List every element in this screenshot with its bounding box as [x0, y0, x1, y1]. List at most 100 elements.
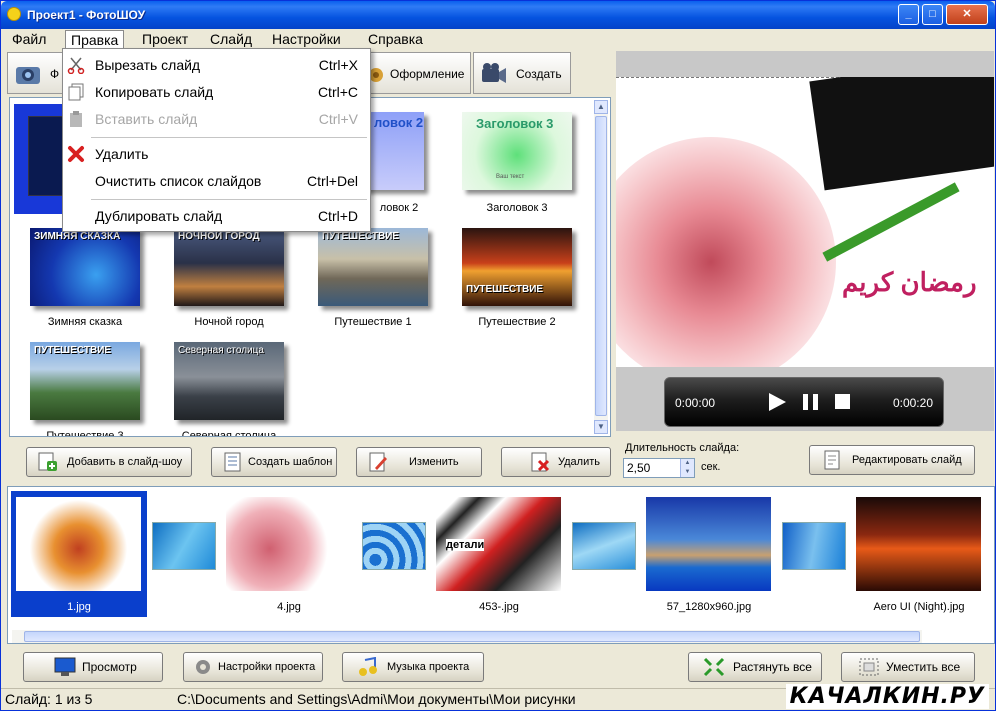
edit-pencil-icon — [369, 452, 387, 472]
tab-create[interactable]: Создать — [473, 52, 571, 94]
menu-file[interactable]: Файл — [7, 30, 51, 49]
edit-template-button[interactable]: Изменить — [356, 447, 482, 477]
menu-edit[interactable]: Правка — [65, 30, 125, 49]
menu-slide[interactable]: Слайд — [205, 30, 257, 49]
title-bar[interactable]: Проект1 - ФотоШОУ _ □ ✕ — [1, 1, 995, 29]
menu-item-shortcut: Ctrl+X — [318, 57, 358, 73]
spin-arrows-icon[interactable]: ▲ ▼ — [680, 459, 694, 477]
slide-4[interactable] — [646, 497, 771, 591]
preview-image: رمضان كريم — [616, 77, 994, 367]
menu-project[interactable]: Проект — [137, 30, 193, 49]
timeline-scroll-thumb[interactable] — [24, 631, 920, 642]
add-to-slideshow-button[interactable]: Добавить в слайд-шоу — [26, 447, 192, 477]
tab-design[interactable]: Оформление — [363, 52, 471, 94]
close-button[interactable]: ✕ — [946, 4, 988, 25]
menu-bar: Файл Правка Проект Слайд Настройки Справ… — [1, 29, 995, 49]
stretch-all-button[interactable]: Растянуть все — [688, 652, 822, 682]
create-template-button[interactable]: Создать шаблон — [211, 447, 337, 477]
template-caption: Путешествие 1 — [334, 316, 412, 328]
delete-template-button[interactable]: Удалить — [501, 447, 611, 477]
menu-item-delete[interactable]: Удалить — [63, 142, 370, 166]
transition-1[interactable] — [152, 522, 216, 570]
tab-photos-label: Ф — [50, 67, 60, 81]
window-title: Проект1 - ФотоШОУ — [27, 8, 146, 22]
music-note-icon — [359, 657, 377, 676]
template-travel-2[interactable]: ПУТЕШЕСТВИЕ — [462, 228, 572, 306]
gallery-scrollbar[interactable]: ▲ ▼ — [594, 100, 608, 434]
template-caption: Северная столица — [181, 430, 277, 436]
template-icon — [224, 452, 241, 472]
template-winter-tale[interactable]: ЗИМНЯЯ СКАЗКА — [30, 228, 140, 306]
player-time-end: 0:00:20 — [892, 396, 933, 410]
template-caption: Зимняя сказка — [47, 316, 123, 328]
menu-item-label: Копировать слайд — [95, 84, 214, 100]
menu-separator — [91, 199, 367, 200]
timeline-scrollbar[interactable] — [12, 630, 922, 643]
preview-button[interactable]: Просмотр — [23, 652, 163, 682]
slide-timeline: 1.jpg 4.jpg детали 453-.jpg 57_1280x960.… — [7, 486, 995, 644]
gear-icon — [196, 660, 210, 674]
slide-caption: 57_1280x960.jpg — [666, 601, 752, 613]
slide-3[interactable]: детали — [436, 497, 561, 591]
menu-item-shortcut: Ctrl+V — [318, 111, 358, 127]
maximize-button[interactable]: □ — [922, 4, 943, 25]
delete-icon — [531, 452, 550, 472]
template-title-3[interactable]: Заголовок 3 Ваш текст — [462, 112, 572, 190]
scroll-down-arrow-icon[interactable]: ▼ — [594, 420, 608, 434]
menu-item-shortcut: Ctrl+Del — [307, 173, 358, 189]
template-travel-1[interactable]: ПУТЕШЕСТВИЕ — [318, 228, 428, 306]
slide-caption: 453-.jpg — [479, 601, 519, 613]
menu-settings[interactable]: Настройки — [267, 30, 346, 49]
edit-slide-button[interactable]: Редактировать слайд — [809, 445, 975, 475]
template-caption: Путешествие 3 — [46, 430, 124, 436]
stretch-arrows-icon — [703, 657, 725, 677]
duration-unit: сек. — [701, 461, 721, 473]
template-night-city[interactable]: НОЧНОЙ ГОРОД — [174, 228, 284, 306]
menu-help[interactable]: Справка — [363, 30, 428, 49]
template-caption: Путешествие 2 — [478, 316, 556, 328]
edit-slide-icon — [824, 450, 840, 470]
menu-item-shortcut: Ctrl+D — [317, 208, 358, 224]
menu-item-duplicate-slide[interactable]: Дублировать слайд Ctrl+D — [63, 204, 370, 228]
monitor-icon — [54, 657, 76, 676]
template-travel-3[interactable]: ПУТЕШЕСТВИЕ — [30, 342, 140, 420]
transition-3[interactable] — [572, 522, 636, 570]
template-caption: Ночной город — [194, 316, 264, 328]
template-caption: Заголовок 3 — [486, 202, 548, 214]
menu-item-label: Дублировать слайд — [95, 208, 223, 224]
tab-design-label: Оформление — [390, 67, 465, 81]
tab-create-label: Создать — [516, 67, 562, 81]
slide-caption: 1.jpg — [67, 601, 91, 613]
transition-2[interactable] — [362, 522, 426, 570]
slide-1[interactable] — [16, 497, 141, 591]
project-settings-button[interactable]: Настройки проекта — [183, 652, 323, 682]
menu-item-cut-slide[interactable]: Вырезать слайд Ctrl+X — [63, 53, 370, 77]
video-camera-icon — [482, 63, 506, 83]
menu-item-label: Очистить список слайдов — [95, 173, 262, 189]
slide-preview-panel: رمضان كريم 0:00:00 0:00:20 — [616, 51, 994, 431]
duration-spinbox[interactable]: 2,50 ▲ ▼ — [623, 458, 695, 478]
watermark: КАЧАЛКИН.РУ — [785, 684, 989, 709]
pause-icon[interactable] — [803, 394, 819, 410]
scrollbar-thumb[interactable] — [595, 116, 607, 416]
template-northern-capital[interactable]: Северная столица — [174, 342, 284, 420]
minimize-button[interactable]: _ — [898, 4, 919, 25]
delete-x-icon — [68, 146, 84, 162]
play-icon[interactable] — [769, 393, 786, 411]
add-slide-icon — [38, 452, 57, 471]
stop-icon[interactable] — [835, 394, 850, 409]
media-player: 0:00:00 0:00:20 — [664, 377, 944, 427]
scroll-up-arrow-icon[interactable]: ▲ — [594, 100, 608, 114]
photo-camera-icon — [16, 67, 40, 84]
slide-5[interactable] — [856, 497, 981, 591]
transition-4[interactable] — [782, 522, 846, 570]
fit-all-button[interactable]: Уместить все — [841, 652, 975, 682]
menu-item-clear-slides[interactable]: Очистить список слайдов Ctrl+Del — [63, 169, 370, 193]
player-time-start: 0:00:00 — [675, 396, 716, 410]
menu-item-paste-slide[interactable]: Вставить слайд Ctrl+V — [63, 107, 370, 131]
project-music-button[interactable]: Музыка проекта — [342, 652, 484, 682]
slide-2[interactable] — [226, 497, 351, 591]
menu-item-copy-slide[interactable]: Копировать слайд Ctrl+C — [63, 80, 370, 104]
current-path: C:\Documents and Settings\Admi\Мои докум… — [177, 691, 576, 707]
fit-icon — [859, 658, 879, 676]
